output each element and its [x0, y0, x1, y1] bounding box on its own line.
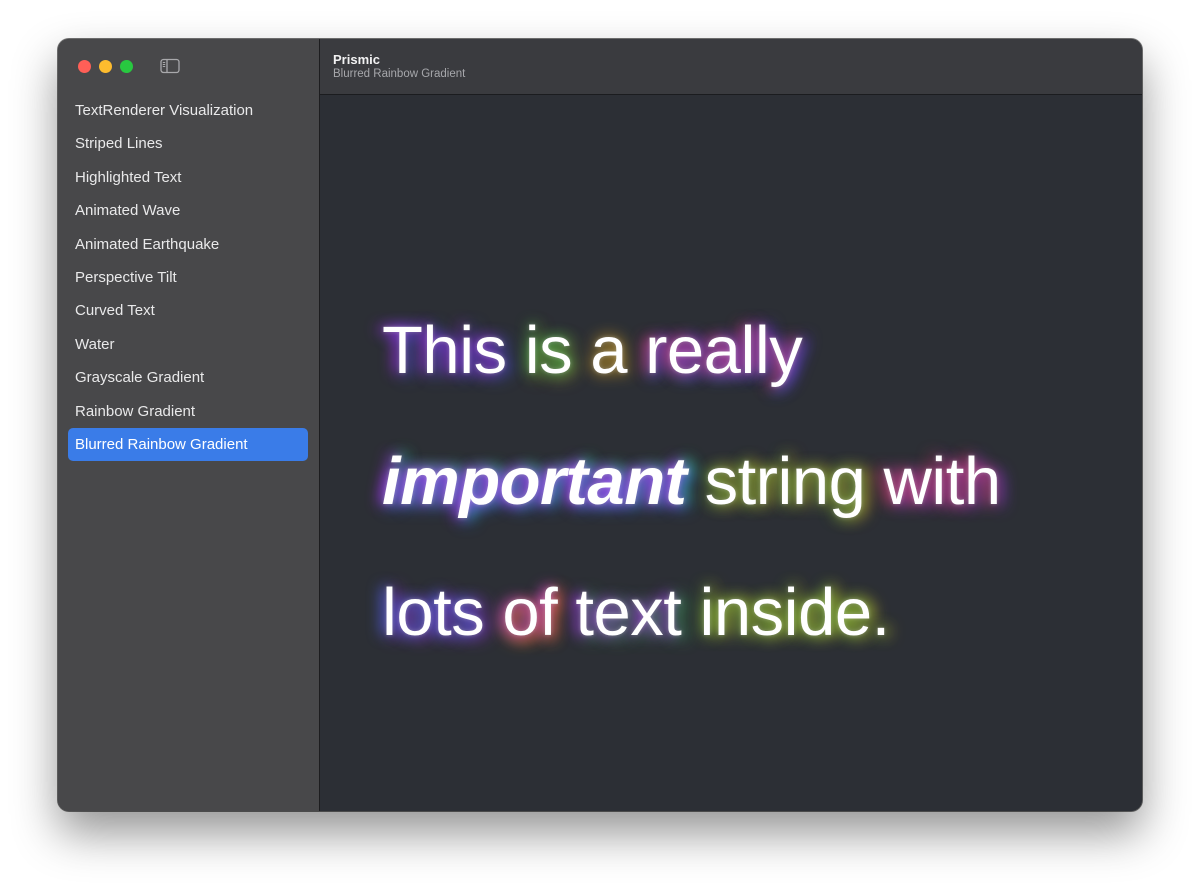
demo-word-emphasized: important	[382, 444, 687, 519]
demo-word: really	[645, 313, 803, 388]
demo-word: string	[704, 444, 866, 519]
demo-word: text	[575, 575, 682, 650]
sidebar: TextRenderer Visualization Striped Lines…	[58, 39, 320, 811]
demo-word: is	[524, 313, 573, 388]
demo-line-3: lots of text inside.	[382, 547, 1102, 678]
app-window: TextRenderer Visualization Striped Lines…	[58, 39, 1142, 811]
demo-line-1: This is a really	[382, 285, 1102, 416]
demo-word: lots	[382, 575, 485, 650]
sidebar-item-rainbow-gradient[interactable]: Rainbow Gradient	[68, 395, 308, 428]
window-controls	[78, 60, 133, 73]
sidebar-list: TextRenderer Visualization Striped Lines…	[68, 94, 308, 461]
sidebar-item-curved-text[interactable]: Curved Text	[68, 294, 308, 327]
demo-word: This	[382, 313, 507, 388]
demo-word: a	[590, 313, 627, 388]
demo-word: inside.	[699, 575, 891, 650]
detail-content: This is a really important string with l…	[320, 95, 1142, 811]
minimize-window-button[interactable]	[99, 60, 112, 73]
sidebar-item-water[interactable]: Water	[68, 328, 308, 361]
sidebar-item-textrenderer-visualization[interactable]: TextRenderer Visualization	[68, 94, 308, 127]
sidebar-item-grayscale-gradient[interactable]: Grayscale Gradient	[68, 361, 308, 394]
demo-word: of	[502, 575, 558, 650]
demo-line-2: important string with	[382, 416, 1102, 547]
sidebar-item-animated-earthquake[interactable]: Animated Earthquake	[68, 228, 308, 261]
detail-header: Prismic Blurred Rainbow Gradient	[320, 39, 1142, 95]
sidebar-item-perspective-tilt[interactable]: Perspective Tilt	[68, 261, 308, 294]
app-title: Prismic	[333, 52, 380, 67]
demo-word: with	[883, 444, 1002, 519]
sidebar-item-blurred-rainbow-gradient[interactable]: Blurred Rainbow Gradient	[68, 427, 308, 461]
sidebar-item-animated-wave[interactable]: Animated Wave	[68, 194, 308, 227]
sidebar-item-striped-lines[interactable]: Striped Lines	[68, 127, 308, 160]
blurred-rainbow-text-demo: This is a really important string with l…	[382, 285, 1102, 678]
zoom-window-button[interactable]	[120, 60, 133, 73]
close-window-button[interactable]	[78, 60, 91, 73]
page-subtitle: Blurred Rainbow Gradient	[333, 68, 466, 80]
sidebar-toggle-icon[interactable]	[160, 58, 180, 74]
sidebar-item-highlighted-text[interactable]: Highlighted Text	[68, 161, 308, 194]
